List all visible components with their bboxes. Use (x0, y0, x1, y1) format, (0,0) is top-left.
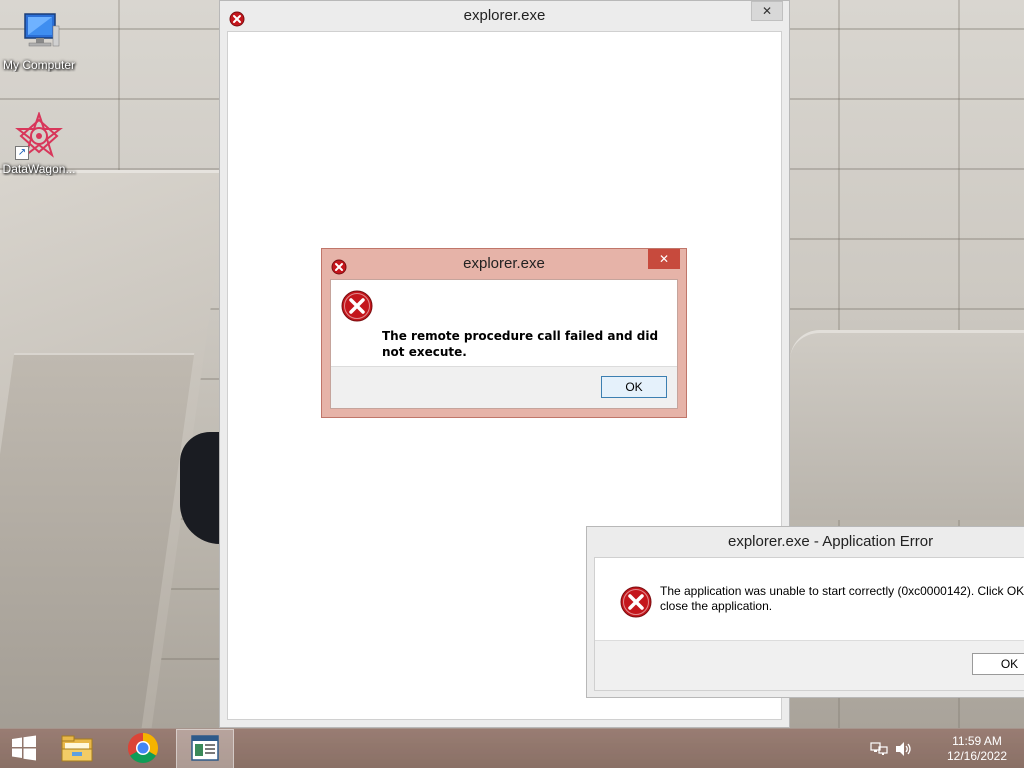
dialog-titlebar[interactable]: explorer.exe - Application Error (587, 527, 1024, 557)
ok-button[interactable]: OK (972, 653, 1024, 675)
close-icon: ✕ (761, 4, 773, 18)
close-icon: ✕ (658, 252, 670, 266)
dialog-title: explorer.exe (463, 255, 545, 272)
desktop-icon-my-computer[interactable]: My Computer (0, 8, 78, 72)
dialog-message-area: The remote procedure call failed and did… (331, 280, 677, 370)
chrome-icon (127, 732, 159, 767)
dialog-title: explorer.exe - Application Error (728, 533, 934, 550)
close-button[interactable]: ✕ (648, 249, 680, 269)
start-button[interactable] (0, 729, 48, 768)
dialog-button-bar: OK (331, 366, 677, 408)
error-message: The application was unable to start corr… (660, 584, 1024, 613)
system-tray: 11:59 AM 12/16/2022 (864, 729, 1024, 768)
taskbar-explorer-window[interactable] (176, 729, 234, 768)
dialog-content: The remote procedure call failed and did… (330, 279, 678, 409)
clock-time: 11:59 AM (952, 734, 1002, 748)
clock-date: 12/16/2022 (946, 749, 1008, 763)
desktop-icon-label: My Computer (2, 58, 76, 72)
window-title: explorer.exe (463, 7, 546, 24)
error-icon (229, 8, 245, 27)
network-icon[interactable] (870, 741, 888, 757)
error-message: The remote procedure call failed and did… (382, 329, 659, 359)
rpc-error-dialog: explorer.exe ✕ The remote procedure call… (321, 248, 687, 418)
ok-button[interactable]: OK (601, 376, 667, 398)
dialog-button-bar: OK (595, 640, 1024, 690)
datawagon-icon: ↗ (15, 110, 63, 160)
taskbar-clock[interactable]: 11:59 AM 12/16/2022 (942, 734, 1012, 764)
shortcut-arrow-icon: ↗ (15, 146, 29, 160)
error-icon (331, 256, 347, 275)
dialog-content: The application was unable to start corr… (594, 557, 1024, 691)
window-icon (190, 734, 220, 765)
desktop-icon-label: DataWagon... (2, 162, 76, 176)
window-titlebar[interactable]: explorer.exe ✕ (220, 1, 789, 31)
error-icon (341, 290, 373, 322)
computer-icon (15, 8, 63, 56)
taskbar: 11:59 AM 12/16/2022 (0, 728, 1024, 768)
folder-icon (60, 733, 94, 766)
application-error-dialog: explorer.exe - Application Error The app… (586, 526, 1024, 698)
taskbar-file-explorer[interactable] (48, 729, 106, 768)
speaker-icon[interactable] (894, 741, 912, 757)
wallpaper-dark-object (180, 432, 220, 544)
close-button[interactable]: ✕ (751, 1, 783, 21)
dialog-titlebar[interactable]: explorer.exe ✕ (322, 249, 686, 279)
desktop-icon-datawagon[interactable]: ↗ DataWagon... (0, 110, 78, 176)
windows-logo-icon (11, 735, 37, 764)
wallpaper-stone-bench-right (790, 330, 1024, 520)
taskbar-chrome[interactable] (114, 729, 172, 768)
error-icon (620, 586, 652, 618)
